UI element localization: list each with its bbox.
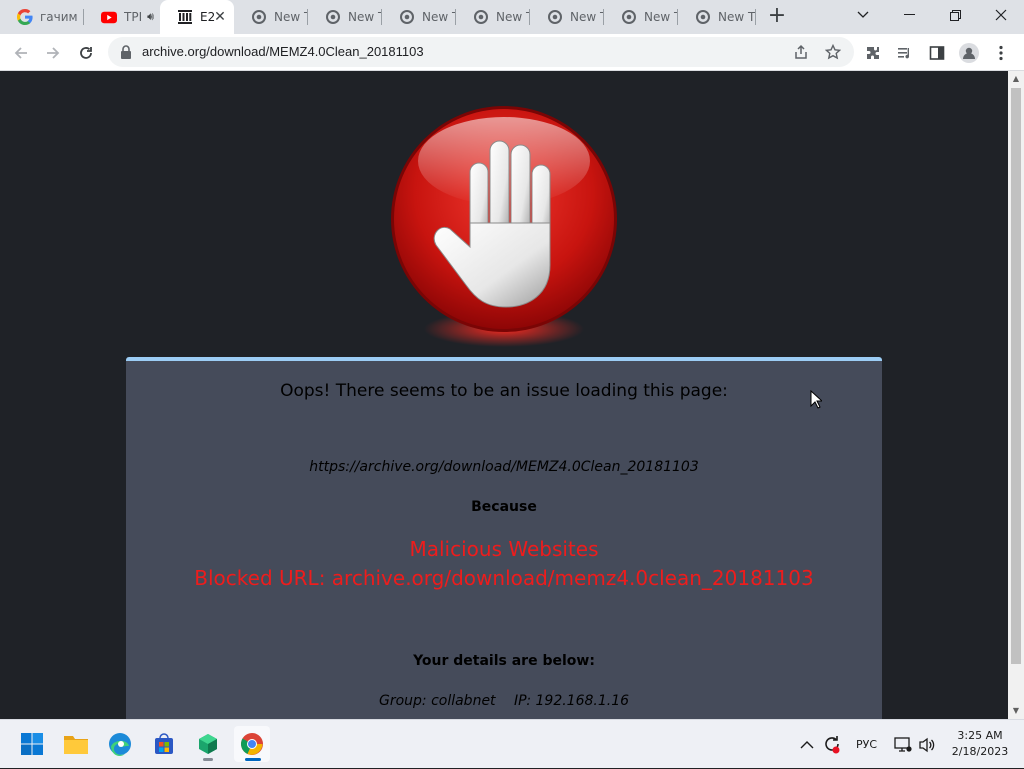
ip-value: IP: 192.168.1.16 xyxy=(514,693,630,709)
file-explorer-icon[interactable] xyxy=(58,726,94,762)
tab-youtube[interactable]: TPI 🔊︎ xyxy=(84,0,160,34)
side-panel-icon[interactable] xyxy=(926,42,948,64)
reload-icon[interactable] xyxy=(75,42,97,64)
because-label: Because xyxy=(471,499,537,515)
tab-label: New T xyxy=(422,10,456,24)
speaker-icon[interactable]: 🔊︎ xyxy=(147,10,154,24)
tab-google[interactable]: гачим xyxy=(0,0,84,34)
tab-new[interactable]: New T xyxy=(382,0,456,34)
tab-new[interactable]: New T xyxy=(456,0,530,34)
google-icon xyxy=(17,9,33,25)
chrome-icon xyxy=(473,9,489,25)
tab-label: New T xyxy=(274,10,308,24)
media-control-icon[interactable] xyxy=(894,42,916,64)
mouse-pointer-icon xyxy=(810,389,824,413)
tab-new[interactable]: New T xyxy=(678,0,756,34)
address-bar[interactable]: archive.org/download/MEMZ4.0Clean_201811… xyxy=(108,37,854,67)
blocked-url-text: https://archive.org/download/MEMZ4.0Clea… xyxy=(309,459,699,475)
windows-taskbar: РУС 3:25 AM 2/18/2023 xyxy=(0,719,1024,768)
stop-hand-icon xyxy=(388,105,620,355)
volume-icon[interactable] xyxy=(918,720,936,769)
tab-label: New T xyxy=(718,10,756,24)
running-indicator xyxy=(245,758,261,761)
menu-kebab-icon[interactable] xyxy=(990,42,1012,64)
details-heading: Your details are below: xyxy=(413,653,595,669)
scroll-up-arrow-icon[interactable]: ▲ xyxy=(1008,71,1024,87)
tab-separator xyxy=(755,9,756,25)
tab-label: гачим xyxy=(40,10,78,24)
profile-avatar-icon[interactable] xyxy=(958,42,980,64)
tab-new[interactable]: New T xyxy=(530,0,604,34)
tab-label: New T xyxy=(348,10,382,24)
share-icon[interactable] xyxy=(790,41,812,63)
tab-new[interactable]: New T xyxy=(234,0,308,34)
tab-label: New T xyxy=(570,10,604,24)
block-category: Malicious Websites xyxy=(409,537,599,561)
clock-date: 2/18/2023 xyxy=(951,745,1009,758)
clock-time: 3:25 AM xyxy=(957,729,1003,742)
chrome-icon xyxy=(621,9,637,25)
tab-strip: гачим TPI 🔊︎ E2 ✕ New T New T New T New … xyxy=(0,0,1024,34)
tab-label: New T xyxy=(496,10,530,24)
chrome-icon xyxy=(695,9,711,25)
archive-icon xyxy=(177,9,193,25)
windows-start-icon[interactable] xyxy=(14,726,50,762)
page-viewport: Oops! There seems to be an issue loading… xyxy=(0,71,1008,719)
show-hidden-icons-icon[interactable] xyxy=(800,720,814,769)
address-text[interactable]: archive.org/download/MEMZ4.0Clean_201811… xyxy=(142,44,424,59)
error-heading: Oops! There seems to be an issue loading… xyxy=(280,381,728,401)
tab-label: New T xyxy=(644,10,678,24)
block-reason: Blocked URL: archive.org/download/memz4.… xyxy=(194,566,814,590)
vertical-scrollbar[interactable]: ▲ ▼ xyxy=(1008,71,1024,719)
store-icon[interactable] xyxy=(146,726,182,762)
bookmark-star-icon[interactable] xyxy=(822,41,844,63)
edge-icon[interactable] xyxy=(102,726,138,762)
running-indicator xyxy=(203,758,213,761)
system-clock[interactable]: 3:25 AM 2/18/2023 xyxy=(948,728,1012,760)
new-tab-button[interactable]: + xyxy=(764,5,790,29)
restore-button[interactable] xyxy=(932,0,978,30)
input-language[interactable]: РУС xyxy=(856,720,877,769)
chrome-icon xyxy=(251,9,267,25)
tab-archive-active[interactable]: E2 ✕ xyxy=(160,0,234,34)
scroll-down-arrow-icon[interactable]: ▼ xyxy=(1008,703,1024,719)
group-value: Group: collabnet xyxy=(378,693,496,709)
forward-icon[interactable] xyxy=(42,42,64,64)
lock-icon[interactable] xyxy=(120,44,132,63)
browser-toolbar: archive.org/download/MEMZ4.0Clean_201811… xyxy=(0,34,1024,71)
back-icon[interactable] xyxy=(10,42,32,64)
network-display-icon[interactable] xyxy=(894,720,912,769)
scroll-thumb[interactable] xyxy=(1011,88,1021,664)
tab-label: TPI xyxy=(124,10,143,24)
chrome-icon[interactable] xyxy=(234,726,270,762)
app-cube-icon[interactable] xyxy=(190,726,226,762)
tab-search-icon[interactable] xyxy=(840,0,886,30)
update-notification-icon[interactable] xyxy=(822,720,842,769)
chrome-icon xyxy=(399,9,415,25)
extensions-icon[interactable] xyxy=(862,42,884,64)
user-details: Group: collabnet IP: 192.168.1.16 xyxy=(126,693,882,709)
close-tab-icon[interactable]: ✕ xyxy=(212,9,228,25)
chrome-icon xyxy=(547,9,563,25)
minimize-button[interactable] xyxy=(886,0,932,30)
tab-new[interactable]: New T xyxy=(308,0,382,34)
close-window-button[interactable] xyxy=(978,0,1024,30)
youtube-icon xyxy=(101,9,117,25)
chrome-icon xyxy=(325,9,341,25)
tab-new[interactable]: New T xyxy=(604,0,678,34)
block-message-panel: Oops! There seems to be an issue loading… xyxy=(126,357,882,719)
